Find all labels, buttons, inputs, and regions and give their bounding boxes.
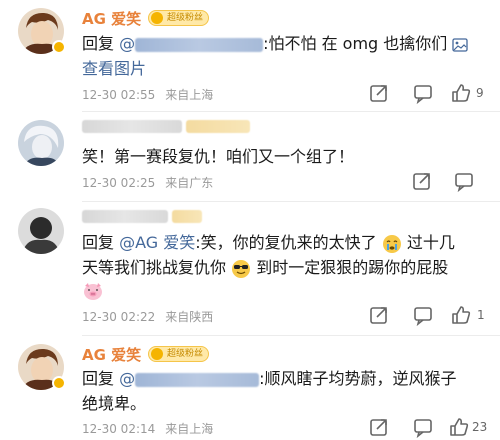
- comment-text: 回复 @AG 爱笑:笑，你的复仇来的太快了 过十几: [82, 233, 455, 253]
- comment-meta: 12-30 02:14 来自上海: [82, 420, 223, 437]
- comment-item: AG 爱笑 超级粉丝 回复 @:顺风瞎子均势蔚，逆风猴子 绝境卑。 12-30 …: [0, 336, 500, 440]
- mention-link[interactable]: @: [119, 34, 264, 53]
- comment-location: 来自上海: [165, 88, 214, 102]
- comment-icon[interactable]: [412, 82, 434, 104]
- comment-item: 回复 @AG 爱笑:笑，你的复仇来的太快了 过十几 天等我们挑战复仇你 到时一定…: [0, 202, 500, 336]
- comment-meta: 12-30 02:55 来自上海: [82, 86, 223, 103]
- share-icon[interactable]: [411, 170, 433, 192]
- blurred-username: [82, 210, 168, 223]
- comment-date: 12-30 02:22: [82, 310, 156, 324]
- share-icon[interactable]: [368, 304, 390, 326]
- comment-item: AG 爱笑 超级粉丝 回复 @:怕不怕 在 omg 也擒你们 查看图片 12-3…: [0, 0, 500, 112]
- comment-text: 回复 @:怕不怕 在 omg 也擒你们: [82, 31, 469, 56]
- mention-link[interactable]: @AG 爱笑: [119, 233, 195, 252]
- avatar[interactable]: [18, 208, 64, 254]
- comment-date: 12-30 02:55: [82, 88, 156, 102]
- blurred-badge: [186, 120, 250, 133]
- sunglasses-emoji-icon: [232, 259, 251, 278]
- comment-icon[interactable]: [453, 170, 475, 192]
- blurred-username: [82, 120, 182, 133]
- comment-meta: 12-30 02:25 来自广东: [82, 174, 223, 191]
- comment-icon[interactable]: [412, 416, 434, 438]
- blurred-badge: [172, 210, 202, 223]
- like-count: 23: [472, 420, 488, 434]
- fan-badge-icon: [151, 348, 163, 360]
- comment-text-line2: 天等我们挑战复仇你 到时一定狠狠的踢你的屁股: [82, 258, 449, 278]
- like-icon[interactable]: [450, 304, 472, 326]
- username[interactable]: AG 爱笑: [82, 344, 141, 365]
- comment-location: 来自上海: [165, 422, 214, 436]
- comment-date: 12-30 02:25: [82, 176, 156, 190]
- username[interactable]: AG 爱笑: [82, 8, 141, 29]
- like-icon[interactable]: [450, 82, 472, 104]
- fan-badge: 超级粉丝: [148, 346, 210, 362]
- share-icon[interactable]: [368, 416, 390, 438]
- comment-location: 来自广东: [165, 176, 214, 190]
- fan-badge-icon: [151, 12, 163, 24]
- comment-text: 回复 @:顺风瞎子均势蔚，逆风猴子: [82, 369, 457, 388]
- comment-text-line2: 绝境卑。: [82, 394, 147, 413]
- like-count: 1: [477, 308, 485, 322]
- comment-item: 笑！第一赛段复仇！咱们又一个组了！ 12-30 02:25 来自广东: [0, 112, 500, 202]
- image-icon: [452, 37, 469, 52]
- mention-link[interactable]: @: [119, 369, 260, 388]
- comment-text: 笑！第一赛段复仇！咱们又一个组了！: [82, 147, 355, 166]
- comment-meta: 12-30 02:22 来自陕西: [82, 308, 223, 325]
- like-icon[interactable]: [448, 416, 470, 438]
- like-count: 9: [476, 86, 484, 100]
- verified-badge-icon: [52, 376, 66, 390]
- comment-location: 来自陕西: [165, 310, 214, 324]
- avatar[interactable]: [18, 120, 64, 166]
- verified-badge-icon: [52, 40, 66, 54]
- crying-emoji-icon: [382, 234, 401, 253]
- view-image-link[interactable]: 查看图片: [82, 56, 146, 81]
- comment-icon[interactable]: [412, 304, 434, 326]
- pig-emoji-icon: [84, 283, 102, 300]
- share-icon[interactable]: [368, 82, 390, 104]
- comment-date: 12-30 02:14: [82, 422, 156, 436]
- fan-badge: 超级粉丝: [148, 10, 210, 26]
